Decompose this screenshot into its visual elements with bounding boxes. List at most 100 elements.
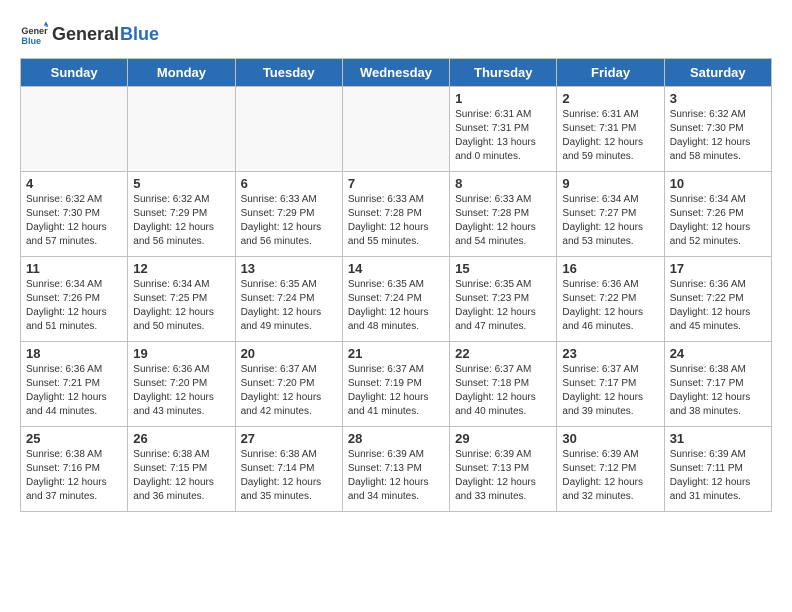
calendar-cell: 27Sunrise: 6:38 AM Sunset: 7:14 PM Dayli…	[235, 427, 342, 512]
calendar-cell: 13Sunrise: 6:35 AM Sunset: 7:24 PM Dayli…	[235, 257, 342, 342]
day-number: 9	[562, 176, 658, 191]
day-info: Sunrise: 6:35 AM Sunset: 7:24 PM Dayligh…	[348, 278, 444, 334]
day-info: Sunrise: 6:32 AM Sunset: 7:30 PM Dayligh…	[26, 193, 122, 249]
day-number: 18	[26, 346, 122, 361]
calendar-cell: 12 Sunrise: 6:34 AM Sunset: 7:25 PM Dayli…	[128, 257, 235, 342]
day-number: 10	[670, 176, 766, 191]
calendar-cell: 1 Sunrise: 6:31 AM Sunset: 7:31 PM Daylig…	[450, 87, 557, 172]
week-row-3: 11 Sunrise: 6:34 AM Sunset: 7:26 PM Dayli…	[21, 257, 772, 342]
day-header-thursday: Thursday	[450, 59, 557, 87]
day-number: 15	[455, 261, 551, 276]
day-header-sunday: Sunday	[21, 59, 128, 87]
day-info: Sunrise: 6:34 AM Sunset: 7:26 PM Dayligh…	[26, 278, 122, 334]
calendar-cell: 20Sunrise: 6:37 AM Sunset: 7:20 PM Dayli…	[235, 342, 342, 427]
day-info: Sunrise: 6:38 AM Sunset: 7:15 PM Dayligh…	[133, 448, 229, 504]
day-info: Sunrise: 6:34 AM Sunset: 7:25 PM Dayligh…	[133, 278, 229, 334]
calendar-cell: 17Sunrise: 6:36 AM Sunset: 7:22 PM Dayli…	[664, 257, 771, 342]
calendar-cell: 22Sunrise: 6:37 AM Sunset: 7:18 PM Dayli…	[450, 342, 557, 427]
day-info: Sunrise: 6:31 AM Sunset: 7:31 PM Dayligh…	[562, 108, 658, 164]
calendar-cell: 2Sunrise: 6:31 AM Sunset: 7:31 PM Daylig…	[557, 87, 664, 172]
day-header-monday: Monday	[128, 59, 235, 87]
calendar-cell	[342, 87, 449, 172]
day-number: 28	[348, 431, 444, 446]
calendar-cell: 6 Sunrise: 6:33 AM Sunset: 7:29 PM Daylig…	[235, 172, 342, 257]
day-header-tuesday: Tuesday	[235, 59, 342, 87]
calendar-cell: 11 Sunrise: 6:34 AM Sunset: 7:26 PM Dayli…	[21, 257, 128, 342]
day-number: 4	[26, 176, 122, 191]
day-number: 1	[455, 91, 551, 106]
day-info: Sunrise: 6:37 AM Sunset: 7:18 PM Dayligh…	[455, 363, 551, 419]
day-info: Sunrise: 6:33 AM Sunset: 7:28 PM Dayligh…	[348, 193, 444, 249]
day-number: 17	[670, 261, 766, 276]
day-info: Sunrise: 6:35 AM Sunset: 7:24 PM Dayligh…	[241, 278, 337, 334]
day-info: Sunrise: 6:39 AM Sunset: 7:12 PM Dayligh…	[562, 448, 658, 504]
calendar-cell: 15 Sunrise: 6:35 AM Sunset: 7:23 PM Dayli…	[450, 257, 557, 342]
day-info: Sunrise: 6:37 AM Sunset: 7:17 PM Dayligh…	[562, 363, 658, 419]
week-row-5: 25 Sunrise: 6:38 AM Sunset: 7:16 PM Dayli…	[21, 427, 772, 512]
day-number: 19	[133, 346, 229, 361]
calendar-cell: 5Sunrise: 6:32 AM Sunset: 7:29 PM Daylig…	[128, 172, 235, 257]
day-number: 23	[562, 346, 658, 361]
day-header-saturday: Saturday	[664, 59, 771, 87]
calendar-cell: 28 Sunrise: 6:39 AM Sunset: 7:13 PM Dayli…	[342, 427, 449, 512]
calendar-cell: 10 Sunrise: 6:34 AM Sunset: 7:26 PM Dayli…	[664, 172, 771, 257]
day-info: Sunrise: 6:31 AM Sunset: 7:31 PM Dayligh…	[455, 108, 551, 164]
logo-icon: General Blue	[20, 20, 48, 48]
calendar-cell	[128, 87, 235, 172]
calendar-cell	[21, 87, 128, 172]
day-number: 25	[26, 431, 122, 446]
calendar-cell	[235, 87, 342, 172]
calendar-cell: 18Sunrise: 6:36 AM Sunset: 7:21 PM Dayli…	[21, 342, 128, 427]
day-number: 14	[348, 261, 444, 276]
calendar-cell: 24 Sunrise: 6:38 AM Sunset: 7:17 PM Dayli…	[664, 342, 771, 427]
day-number: 26	[133, 431, 229, 446]
logo-blue: Blue	[120, 24, 159, 45]
calendar-cell: 4 Sunrise: 6:32 AM Sunset: 7:30 PM Daylig…	[21, 172, 128, 257]
calendar-cell: 16 Sunrise: 6:36 AM Sunset: 7:22 PM Dayli…	[557, 257, 664, 342]
day-number: 5	[133, 176, 229, 191]
day-number: 11	[26, 261, 122, 276]
calendar-cell: 23 Sunrise: 6:37 AM Sunset: 7:17 PM Dayli…	[557, 342, 664, 427]
calendar-cell: 30Sunrise: 6:39 AM Sunset: 7:12 PM Dayli…	[557, 427, 664, 512]
day-number: 21	[348, 346, 444, 361]
day-number: 24	[670, 346, 766, 361]
day-info: Sunrise: 6:39 AM Sunset: 7:11 PM Dayligh…	[670, 448, 766, 504]
calendar-cell: 7 Sunrise: 6:33 AM Sunset: 7:28 PM Daylig…	[342, 172, 449, 257]
calendar-cell: 3 Sunrise: 6:32 AM Sunset: 7:30 PM Daylig…	[664, 87, 771, 172]
week-row-2: 4 Sunrise: 6:32 AM Sunset: 7:30 PM Daylig…	[21, 172, 772, 257]
day-info: Sunrise: 6:36 AM Sunset: 7:22 PM Dayligh…	[562, 278, 658, 334]
day-info: Sunrise: 6:35 AM Sunset: 7:23 PM Dayligh…	[455, 278, 551, 334]
day-number: 7	[348, 176, 444, 191]
calendar-cell: 31 Sunrise: 6:39 AM Sunset: 7:11 PM Dayli…	[664, 427, 771, 512]
day-number: 6	[241, 176, 337, 191]
day-info: Sunrise: 6:38 AM Sunset: 7:14 PM Dayligh…	[241, 448, 337, 504]
day-number: 31	[670, 431, 766, 446]
calendar-cell: 14 Sunrise: 6:35 AM Sunset: 7:24 PM Dayli…	[342, 257, 449, 342]
day-info: Sunrise: 6:37 AM Sunset: 7:19 PM Dayligh…	[348, 363, 444, 419]
calendar-cell: 25 Sunrise: 6:38 AM Sunset: 7:16 PM Dayli…	[21, 427, 128, 512]
day-info: Sunrise: 6:33 AM Sunset: 7:29 PM Dayligh…	[241, 193, 337, 249]
day-info: Sunrise: 6:36 AM Sunset: 7:20 PM Dayligh…	[133, 363, 229, 419]
calendar-cell: 29Sunrise: 6:39 AM Sunset: 7:13 PM Dayli…	[450, 427, 557, 512]
day-header-friday: Friday	[557, 59, 664, 87]
week-row-1: 1 Sunrise: 6:31 AM Sunset: 7:31 PM Daylig…	[21, 87, 772, 172]
svg-text:General: General	[21, 26, 48, 36]
calendar-cell: 21 Sunrise: 6:37 AM Sunset: 7:19 PM Dayli…	[342, 342, 449, 427]
logo-general: General	[52, 24, 119, 45]
day-info: Sunrise: 6:34 AM Sunset: 7:26 PM Dayligh…	[670, 193, 766, 249]
page-header: General Blue General Blue	[20, 20, 772, 48]
day-info: Sunrise: 6:39 AM Sunset: 7:13 PM Dayligh…	[348, 448, 444, 504]
day-number: 3	[670, 91, 766, 106]
day-info: Sunrise: 6:32 AM Sunset: 7:30 PM Dayligh…	[670, 108, 766, 164]
calendar: SundayMondayTuesdayWednesdayThursdayFrid…	[20, 58, 772, 512]
day-info: Sunrise: 6:34 AM Sunset: 7:27 PM Dayligh…	[562, 193, 658, 249]
day-header-wednesday: Wednesday	[342, 59, 449, 87]
day-info: Sunrise: 6:38 AM Sunset: 7:17 PM Dayligh…	[670, 363, 766, 419]
days-header-row: SundayMondayTuesdayWednesdayThursdayFrid…	[21, 59, 772, 87]
day-number: 16	[562, 261, 658, 276]
calendar-cell: 19 Sunrise: 6:36 AM Sunset: 7:20 PM Dayli…	[128, 342, 235, 427]
day-number: 12	[133, 261, 229, 276]
day-info: Sunrise: 6:38 AM Sunset: 7:16 PM Dayligh…	[26, 448, 122, 504]
day-info: Sunrise: 6:37 AM Sunset: 7:20 PM Dayligh…	[241, 363, 337, 419]
day-number: 29	[455, 431, 551, 446]
